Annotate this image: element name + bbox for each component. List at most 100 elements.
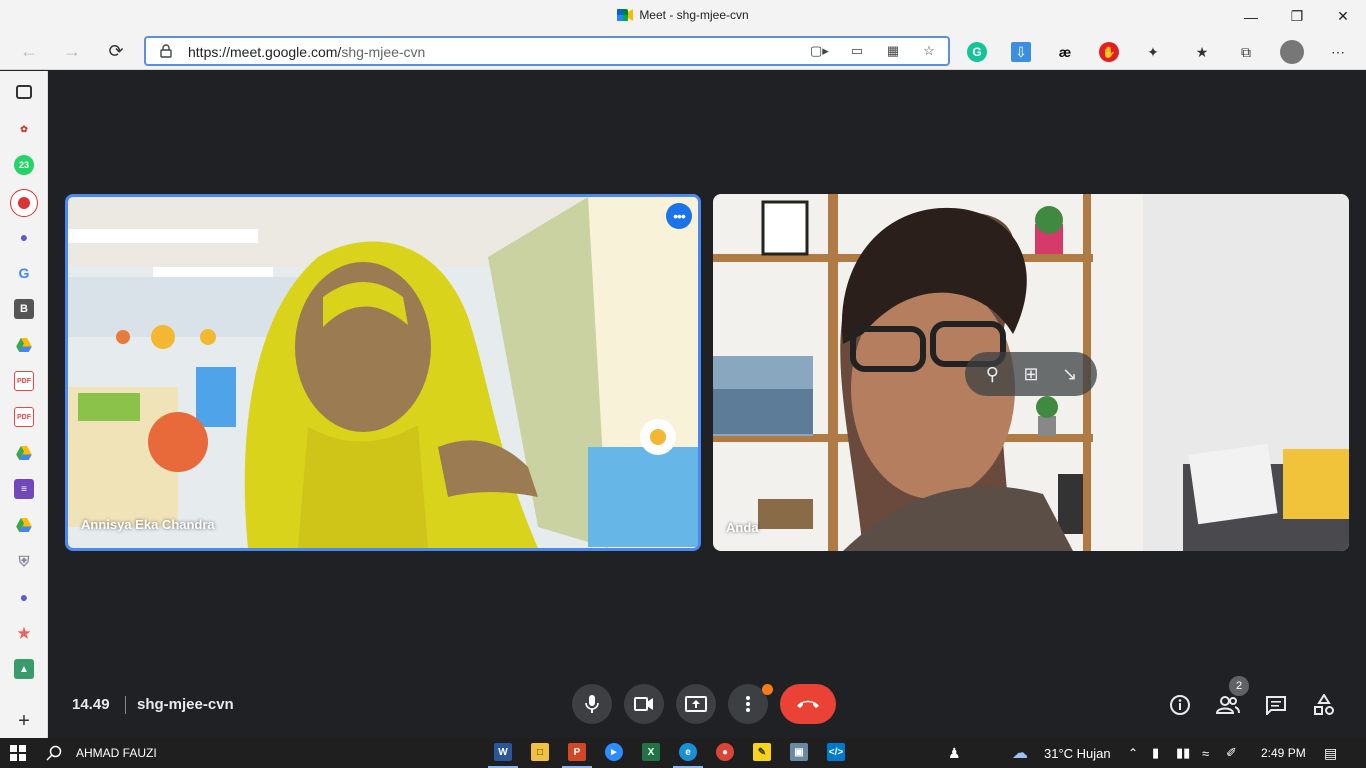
chat-icon: [1266, 696, 1286, 715]
google-icon[interactable]: G: [14, 263, 34, 283]
participant-tile-self[interactable]: ⚲ ⊞ ↘ Anda: [713, 194, 1349, 551]
microphone-icon: [585, 695, 599, 713]
photos-icon[interactable]: ▣: [790, 743, 808, 761]
microphone-button[interactable]: [572, 684, 612, 724]
meeting-code: shg-mjee-cvn: [137, 696, 234, 713]
windows-start-button[interactable]: [10, 743, 26, 763]
taskbar-search-text[interactable]: AHMAD FAUZI: [76, 743, 157, 763]
profile-avatar[interactable]: [1280, 40, 1304, 64]
refresh-button[interactable]: ⟳: [101, 37, 131, 65]
meet-controls-bar: 14.49 shg-mjee-cvn 2: [48, 658, 1366, 738]
minimize-tile-icon[interactable]: ↘: [1055, 364, 1085, 385]
browser-sidebar: ✿ 23 ● G B PDF PDF ≡ ⛨ ● ✯ ▲ +: [0, 71, 48, 738]
qr-code-icon[interactable]: ▦: [884, 43, 902, 59]
video-feed: [68, 197, 698, 548]
download-manager-icon[interactable]: ⇩: [1011, 42, 1031, 62]
shapes-icon: [1314, 694, 1334, 715]
more-menu-icon[interactable]: ⋯: [1328, 42, 1348, 62]
weather-text[interactable]: 31°C Hujan: [1044, 743, 1111, 763]
pdf-icon[interactable]: PDF: [14, 371, 34, 391]
meet-logo-icon: [617, 9, 634, 21]
camera-button[interactable]: [624, 684, 664, 724]
windows-taskbar: AHMAD FAUZI W □ P ► X e ● ✎ ▣ </> ♟ ☁ 31…: [0, 738, 1366, 768]
url-text[interactable]: https://meet.google.com/shg-mjee-cvn: [188, 44, 425, 60]
participant-count-badge: 2: [1229, 676, 1249, 696]
present-icon: [685, 696, 707, 712]
green-app-icon[interactable]: ▲: [14, 659, 34, 679]
forward-button[interactable]: →: [57, 37, 87, 65]
ae-extension-icon[interactable]: æ: [1055, 42, 1075, 62]
edge-icon[interactable]: e: [679, 743, 697, 761]
maximize-button[interactable]: ❐: [1274, 0, 1320, 33]
search-icon[interactable]: [46, 743, 62, 763]
favorites-icon[interactable]: ★: [1192, 42, 1212, 62]
people-icon: [1216, 696, 1240, 714]
word-icon[interactable]: W: [494, 743, 512, 761]
teams-icon[interactable]: ●: [14, 227, 34, 247]
google-drive-icon-3[interactable]: [14, 515, 34, 535]
participant-options-button[interactable]: •••: [666, 203, 692, 229]
show-hidden-icons-chevron-icon[interactable]: ⌃: [1128, 743, 1138, 763]
whatsapp-icon[interactable]: 23: [14, 155, 34, 175]
meeting-details-button[interactable]: [1167, 692, 1193, 718]
divider: [125, 696, 126, 714]
meeting-time: 14.49: [72, 696, 110, 713]
excel-icon[interactable]: X: [642, 743, 660, 761]
microphone-tray-icon[interactable]: ▮: [1152, 743, 1159, 763]
notifications-icon[interactable]: ▤: [1324, 743, 1337, 763]
hang-up-icon: [797, 700, 819, 708]
sidebar-app-icon[interactable]: ✿: [14, 119, 34, 139]
leave-call-button[interactable]: [780, 684, 836, 724]
battery-icon[interactable]: ▮▮: [1176, 743, 1190, 763]
app-b-icon[interactable]: B: [14, 299, 34, 319]
collections-icon[interactable]: ⧉: [1236, 42, 1256, 62]
wifi-icon[interactable]: ≈: [1202, 743, 1209, 763]
zoom-icon[interactable]: ►: [605, 743, 623, 761]
teams-icon-2[interactable]: ●: [14, 587, 34, 607]
adblock-icon[interactable]: ✋: [1099, 42, 1119, 62]
screen-recorder-icon[interactable]: [10, 189, 38, 217]
powerpoint-icon[interactable]: P: [568, 743, 586, 761]
camera-permission-icon[interactable]: ▢▸: [810, 43, 829, 59]
minimize-button[interactable]: —: [1228, 0, 1274, 33]
self-name: Anda: [726, 520, 759, 535]
wifi-app-icon[interactable]: ✯: [14, 623, 34, 643]
notification-dot: [762, 684, 773, 695]
pen-icon[interactable]: ✐: [1226, 743, 1237, 763]
window-titlebar: Meet - shg-mjee-cvn — ❐ ✕: [0, 0, 1366, 33]
lock-icon: [160, 44, 172, 58]
google-forms-icon[interactable]: ≡: [14, 479, 34, 499]
google-drive-icon[interactable]: [14, 335, 34, 355]
people-taskbar-icon[interactable]: ♟: [948, 743, 961, 763]
activities-button[interactable]: [1311, 692, 1337, 718]
pdf-icon-2[interactable]: PDF: [14, 407, 34, 427]
add-sidebar-item-icon[interactable]: +: [14, 710, 34, 732]
address-bar[interactable]: https://meet.google.com/shg-mjee-cvn ▢▸ …: [144, 36, 950, 66]
back-button[interactable]: ←: [14, 37, 44, 65]
weather-icon[interactable]: ☁: [1012, 743, 1028, 763]
vscode-icon[interactable]: </>: [827, 743, 845, 761]
browser-toolbar: ← → ⟳ https://meet.google.com/shg-mjee-c…: [0, 33, 1366, 70]
windows-logo-icon: [10, 745, 26, 761]
file-explorer-icon[interactable]: □: [531, 743, 549, 761]
frame-icon[interactable]: ⊞: [1016, 364, 1046, 385]
participant-name: Annisya Eka Chandra: [81, 517, 215, 532]
chrome-icon[interactable]: ●: [716, 743, 734, 761]
more-vertical-icon: [746, 696, 750, 712]
tab-actions-icon[interactable]: [16, 85, 32, 99]
window-title: Meet - shg-mjee-cvn: [0, 8, 1366, 22]
sticky-notes-icon[interactable]: ✎: [753, 743, 771, 761]
google-drive-icon-2[interactable]: [14, 443, 34, 463]
device-icon[interactable]: ▭: [848, 43, 866, 59]
pin-icon[interactable]: ⚲: [977, 364, 1007, 385]
shield-app-icon[interactable]: ⛨: [14, 551, 34, 571]
chat-button[interactable]: [1263, 692, 1289, 718]
close-button[interactable]: ✕: [1320, 0, 1366, 33]
grammarly-icon[interactable]: G: [967, 42, 987, 62]
taskbar-clock[interactable]: 2:49 PM: [1261, 743, 1306, 763]
camera-icon: [634, 697, 653, 711]
present-screen-button[interactable]: [676, 684, 716, 724]
add-favorite-icon[interactable]: ☆: [920, 43, 938, 59]
extensions-puzzle-icon[interactable]: ✦: [1143, 42, 1163, 62]
participant-tile-annisya[interactable]: ••• Annisya Eka Chandra: [65, 194, 701, 551]
